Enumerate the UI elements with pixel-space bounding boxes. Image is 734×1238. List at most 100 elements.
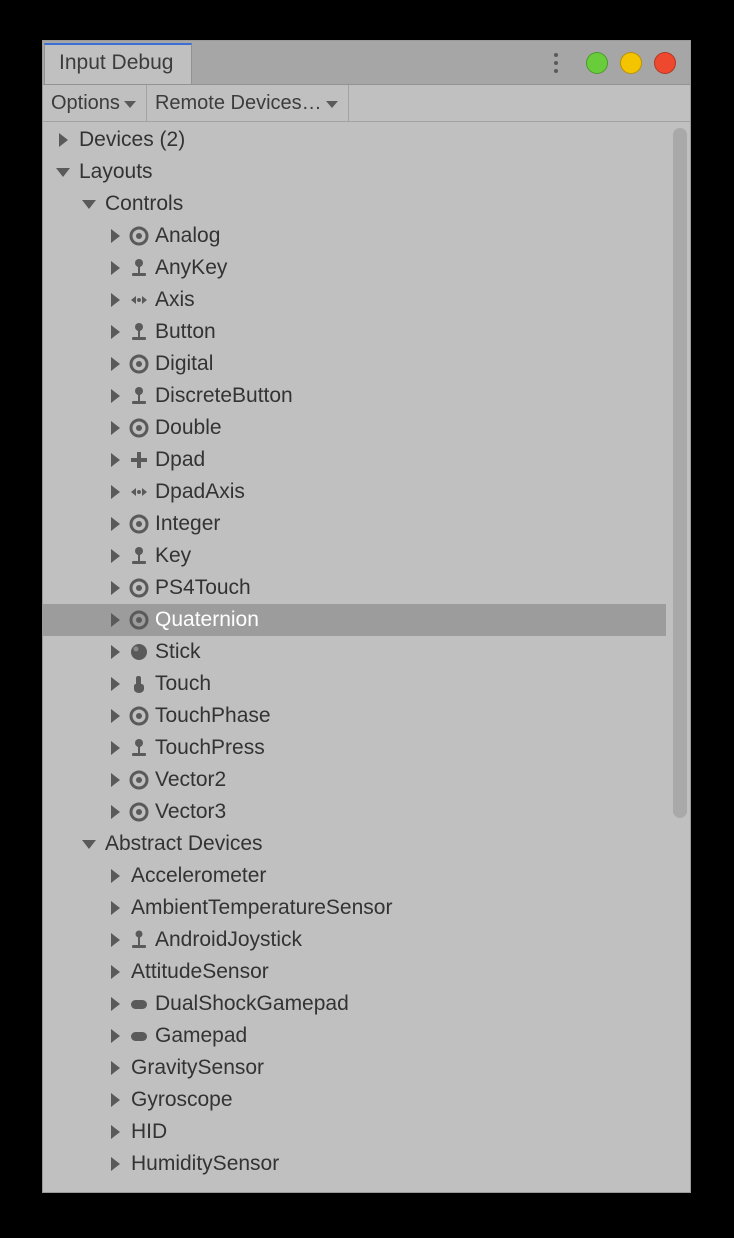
expander-icon[interactable] [107,1029,123,1043]
tree-row[interactable]: Devices (2) [43,124,666,156]
expander-icon[interactable] [107,325,123,339]
tree-row[interactable]: AttitudeSensor [43,956,666,988]
tree-row[interactable]: HumiditySensor [43,1148,666,1180]
tree-row[interactable]: Touch [43,668,666,700]
expander-icon[interactable] [107,709,123,723]
expander-icon[interactable] [55,168,71,177]
tree-row[interactable]: Vector2 [43,764,666,796]
expander-icon[interactable] [107,421,123,435]
expander-icon[interactable] [107,1093,123,1107]
arrows-icon [127,290,151,310]
tree-row-label: DpadAxis [151,480,245,504]
tree-row-label: Analog [151,224,220,248]
joy-icon [127,386,151,406]
scrollbar[interactable] [673,128,687,818]
expander-icon[interactable] [107,901,123,915]
expander-icon[interactable] [107,1157,123,1171]
maximize-button[interactable] [620,52,642,74]
tree-row[interactable]: TouchPhase [43,700,666,732]
tree-row-label: Layouts [75,160,153,184]
tree-view: Devices (2) Layouts Controls Analog AnyKey Ax… [43,122,690,1192]
window-tab[interactable]: Input Debug [44,43,192,84]
tree-row-label: AndroidJoystick [151,928,302,952]
tree-row[interactable]: Digital [43,348,666,380]
tree-row[interactable]: Gamepad [43,1020,666,1052]
pad-icon [127,1026,151,1046]
tree-row[interactable]: Dpad [43,444,666,476]
tree-row[interactable]: Axis [43,284,666,316]
pad-icon [127,994,151,1014]
expander-icon[interactable] [107,965,123,979]
tree-row[interactable]: DpadAxis [43,476,666,508]
tree-row-label: HID [127,1120,167,1144]
tree-row[interactable]: Gyroscope [43,1084,666,1116]
expander-icon[interactable] [107,997,123,1011]
tree-row[interactable]: HID [43,1116,666,1148]
tree-row[interactable]: Abstract Devices [43,828,666,860]
expander-icon[interactable] [107,357,123,371]
expander-icon[interactable] [107,741,123,755]
expander-icon[interactable] [107,229,123,243]
ring-icon [127,802,151,822]
expander-icon[interactable] [107,261,123,275]
expander-icon[interactable] [81,200,97,209]
tree-row-label: HumiditySensor [127,1152,279,1176]
tree-row[interactable]: Double [43,412,666,444]
tree-row[interactable]: AnyKey [43,252,666,284]
tree-row[interactable]: Key [43,540,666,572]
ring-icon [127,514,151,534]
expander-icon[interactable] [55,133,71,147]
expander-icon[interactable] [81,840,97,849]
close-button[interactable] [654,52,676,74]
tree-row-label: AnyKey [151,256,227,280]
tree-row[interactable]: DualShockGamepad [43,988,666,1020]
tree-row[interactable]: GravitySensor [43,1052,666,1084]
expander-icon[interactable] [107,1125,123,1139]
tree-row[interactable]: Stick [43,636,666,668]
expander-icon[interactable] [107,613,123,627]
expander-icon[interactable] [107,773,123,787]
kebab-menu-icon[interactable] [554,53,558,73]
tree-row[interactable]: AndroidJoystick [43,924,666,956]
tree-row[interactable]: Vector3 [43,796,666,828]
expander-icon[interactable] [107,805,123,819]
tree-row[interactable]: DiscreteButton [43,380,666,412]
tree-row-label: Vector2 [151,768,226,792]
expander-icon[interactable] [107,645,123,659]
expander-icon[interactable] [107,1061,123,1075]
expander-icon[interactable] [107,293,123,307]
expander-icon[interactable] [107,485,123,499]
tree-row[interactable]: TouchPress [43,732,666,764]
expander-icon[interactable] [107,869,123,883]
tree-row[interactable]: AmbientTemperatureSensor [43,892,666,924]
remote-devices-label: Remote Devices… [155,92,322,115]
chevron-down-icon [326,101,338,108]
expander-icon[interactable] [107,453,123,467]
remote-devices-dropdown[interactable]: Remote Devices… [147,85,349,121]
tree-row[interactable]: Accelerometer [43,860,666,892]
tree-row-label: TouchPhase [151,704,271,728]
tree-row-label: Quaternion [151,608,259,632]
tree-row-label: Button [151,320,216,344]
expander-icon[interactable] [107,389,123,403]
tree-row[interactable]: Analog [43,220,666,252]
expander-icon[interactable] [107,581,123,595]
options-dropdown[interactable]: Options [43,85,147,121]
ring-icon [127,418,151,438]
tree-row-label: Dpad [151,448,205,472]
tree-row[interactable]: Controls [43,188,666,220]
toolbar: Options Remote Devices… [43,85,690,122]
title-bar: Input Debug [43,41,690,85]
expander-icon[interactable] [107,933,123,947]
minimize-button[interactable] [586,52,608,74]
tree-row[interactable]: Button [43,316,666,348]
tree-row[interactable]: Layouts [43,156,666,188]
joy-icon [127,546,151,566]
tree-row-label: Devices (2) [75,128,185,152]
expander-icon[interactable] [107,677,123,691]
tree-row[interactable]: Integer [43,508,666,540]
expander-icon[interactable] [107,517,123,531]
tree-row[interactable]: PS4Touch [43,572,666,604]
tree-row[interactable]: Quaternion [43,604,666,636]
expander-icon[interactable] [107,549,123,563]
